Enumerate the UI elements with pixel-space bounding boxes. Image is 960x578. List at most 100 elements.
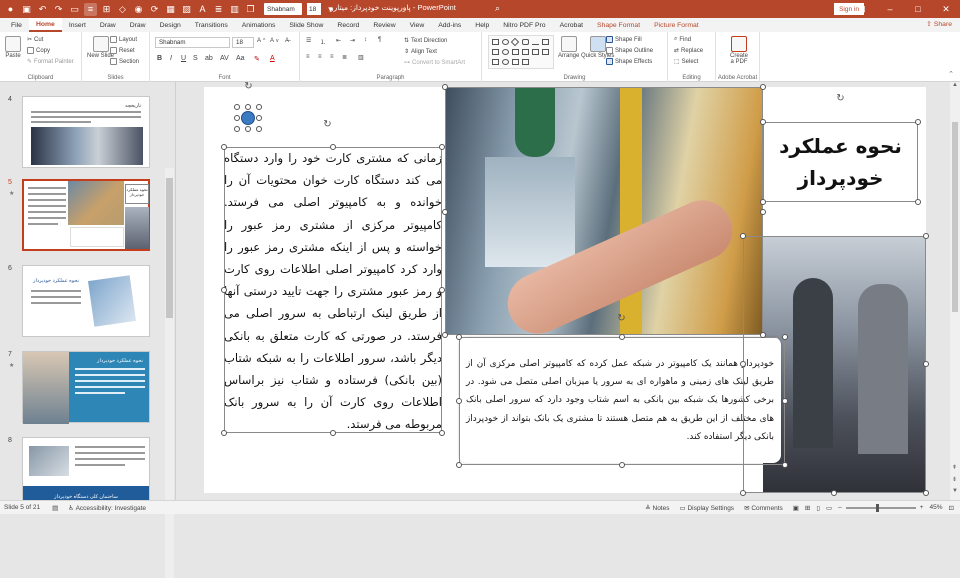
minimize-icon[interactable]: –: [876, 0, 904, 18]
zoom-out-icon[interactable]: –: [838, 504, 842, 511]
resize-handle[interactable]: [221, 144, 227, 150]
underline-icon[interactable]: U: [181, 55, 186, 62]
font-size-box[interactable]: 18: [232, 37, 254, 48]
resize-handle[interactable]: [760, 199, 766, 205]
reading-view-icon[interactable]: ▯: [816, 504, 820, 512]
rectangle-shape-icon[interactable]: [492, 39, 499, 45]
collapse-ribbon-icon[interactable]: ⌃: [948, 70, 954, 78]
resize-handle[interactable]: [245, 104, 251, 110]
fit-slide-icon[interactable]: ⊡: [949, 504, 954, 512]
resize-handle[interactable]: [439, 144, 445, 150]
spacing-icon[interactable]: AV: [220, 55, 229, 62]
tab-record[interactable]: Record: [330, 18, 366, 32]
resize-handle[interactable]: [442, 332, 448, 338]
justify-icon[interactable]: ≣: [342, 54, 347, 61]
resize-handle[interactable]: [782, 334, 788, 340]
scroll-up-icon[interactable]: ▲: [952, 82, 958, 88]
tab-shape-format[interactable]: Shape Format: [590, 18, 647, 32]
thumbnail-scroll-thumb[interactable]: [166, 178, 173, 318]
align-text-button[interactable]: ⇕ Align Text: [404, 48, 437, 56]
paste-button[interactable]: Paste: [5, 36, 21, 59]
oval-shape-icon[interactable]: [502, 39, 509, 45]
resize-handle[interactable]: [915, 119, 921, 125]
rounded-rect-shape-icon[interactable]: [522, 39, 529, 45]
columns-icon[interactable]: ▥: [358, 54, 364, 61]
spellcheck-icon[interactable]: ▤: [52, 504, 58, 512]
resize-handle[interactable]: [923, 361, 929, 367]
resize-handle[interactable]: [330, 144, 336, 150]
slide-sorter-icon[interactable]: ⊞: [805, 504, 810, 512]
create-pdf-button[interactable]: Create a PDF: [728, 36, 750, 65]
slideshow-view-icon[interactable]: ▭: [826, 504, 832, 512]
textbox-shape-icon[interactable]: [542, 39, 549, 45]
chart-icon[interactable]: ▥: [228, 3, 241, 16]
tab-insert[interactable]: Insert: [62, 18, 93, 32]
resize-handle[interactable]: [442, 209, 448, 215]
next-slide-icon[interactable]: ⇟: [952, 476, 957, 483]
tab-view[interactable]: View: [403, 18, 432, 32]
editor-scroll-thumb[interactable]: [952, 122, 958, 312]
reset-button[interactable]: Reset: [110, 47, 135, 54]
resize-handle[interactable]: [760, 119, 766, 125]
resize-handle[interactable]: [619, 462, 625, 468]
arrow-shape-icon[interactable]: [492, 49, 499, 55]
resize-handle[interactable]: [439, 287, 445, 293]
prev-slide-icon[interactable]: ⇞: [952, 464, 957, 471]
align-icon[interactable]: ≣: [212, 3, 225, 16]
resize-handle[interactable]: [234, 104, 240, 110]
select-button[interactable]: ⬚ Select: [674, 58, 698, 66]
tab-add-ins[interactable]: Add-ins: [431, 18, 468, 32]
slide-thumbnail-4[interactable]: تاریخچه: [22, 96, 150, 168]
share-button[interactable]: ⇪ Share: [926, 20, 952, 28]
resize-handle[interactable]: [760, 332, 766, 338]
italic-icon[interactable]: I: [170, 55, 172, 62]
grow-font-icon[interactable]: A ^: [257, 38, 265, 44]
smiley-shape-icon[interactable]: [502, 59, 509, 65]
bracket-shape-icon[interactable]: [522, 49, 529, 55]
font-name-box[interactable]: Shabnam: [155, 37, 230, 48]
resize-handle[interactable]: [442, 84, 448, 90]
diamond-shape-icon[interactable]: [510, 37, 520, 47]
rtl-icon[interactable]: ¶: [378, 37, 381, 43]
star-shape-icon[interactable]: [532, 49, 539, 55]
zoom-level[interactable]: 45%: [930, 504, 943, 511]
align-left-icon[interactable]: ≡: [306, 54, 310, 60]
redo-icon[interactable]: ↷: [52, 3, 65, 16]
section-button[interactable]: Section: [110, 58, 139, 65]
rotate-handle-icon[interactable]: ↻: [243, 81, 254, 92]
resize-handle[interactable]: [760, 209, 766, 215]
slide-thumbnail-6[interactable]: نحوه عملکرد خودپرداز: [22, 265, 150, 337]
resize-handle[interactable]: [782, 398, 788, 404]
strike-icon[interactable]: ab: [205, 55, 213, 62]
flowchart-shape-icon[interactable]: [522, 59, 529, 65]
tab-transitions[interactable]: Transitions: [188, 18, 235, 32]
replace-button[interactable]: ⇄ Replace: [674, 47, 703, 55]
tab-file[interactable]: File: [4, 18, 29, 32]
highlight-icon[interactable]: ✎: [254, 55, 260, 63]
resize-handle[interactable]: [245, 126, 251, 132]
resize-handle[interactable]: [439, 430, 445, 436]
picture-icon[interactable]: ▨: [180, 3, 193, 16]
resize-handle[interactable]: [619, 334, 625, 340]
find-button[interactable]: ⌕ Find: [674, 36, 691, 43]
tab-help[interactable]: Help: [468, 18, 496, 32]
close-icon[interactable]: ✕: [932, 0, 960, 18]
resize-handle[interactable]: [831, 490, 837, 496]
resize-handle[interactable]: [740, 233, 746, 239]
new-slide-icon[interactable]: ⊞: [100, 3, 113, 16]
resize-handle[interactable]: [456, 462, 462, 468]
shape-fill-button[interactable]: Shape Fill: [606, 36, 642, 43]
shape-effects-button[interactable]: Shape Effects: [606, 58, 652, 65]
normal-view-icon[interactable]: ▣: [793, 504, 799, 512]
resize-handle[interactable]: [740, 361, 746, 367]
line-spacing-icon[interactable]: ↕: [364, 37, 367, 43]
resize-handle[interactable]: [923, 233, 929, 239]
circle-shape-icon[interactable]: [502, 49, 509, 55]
tab-acrobat[interactable]: Acrobat: [553, 18, 590, 32]
resize-handle[interactable]: [923, 490, 929, 496]
bullets-icon[interactable]: ☰: [306, 37, 311, 44]
brace-shape-icon[interactable]: [492, 59, 499, 65]
bullet-list-icon[interactable]: ≡: [84, 2, 97, 16]
notes-button[interactable]: ≜ Notes: [645, 504, 669, 512]
font-color-icon[interactable]: A: [270, 55, 275, 62]
